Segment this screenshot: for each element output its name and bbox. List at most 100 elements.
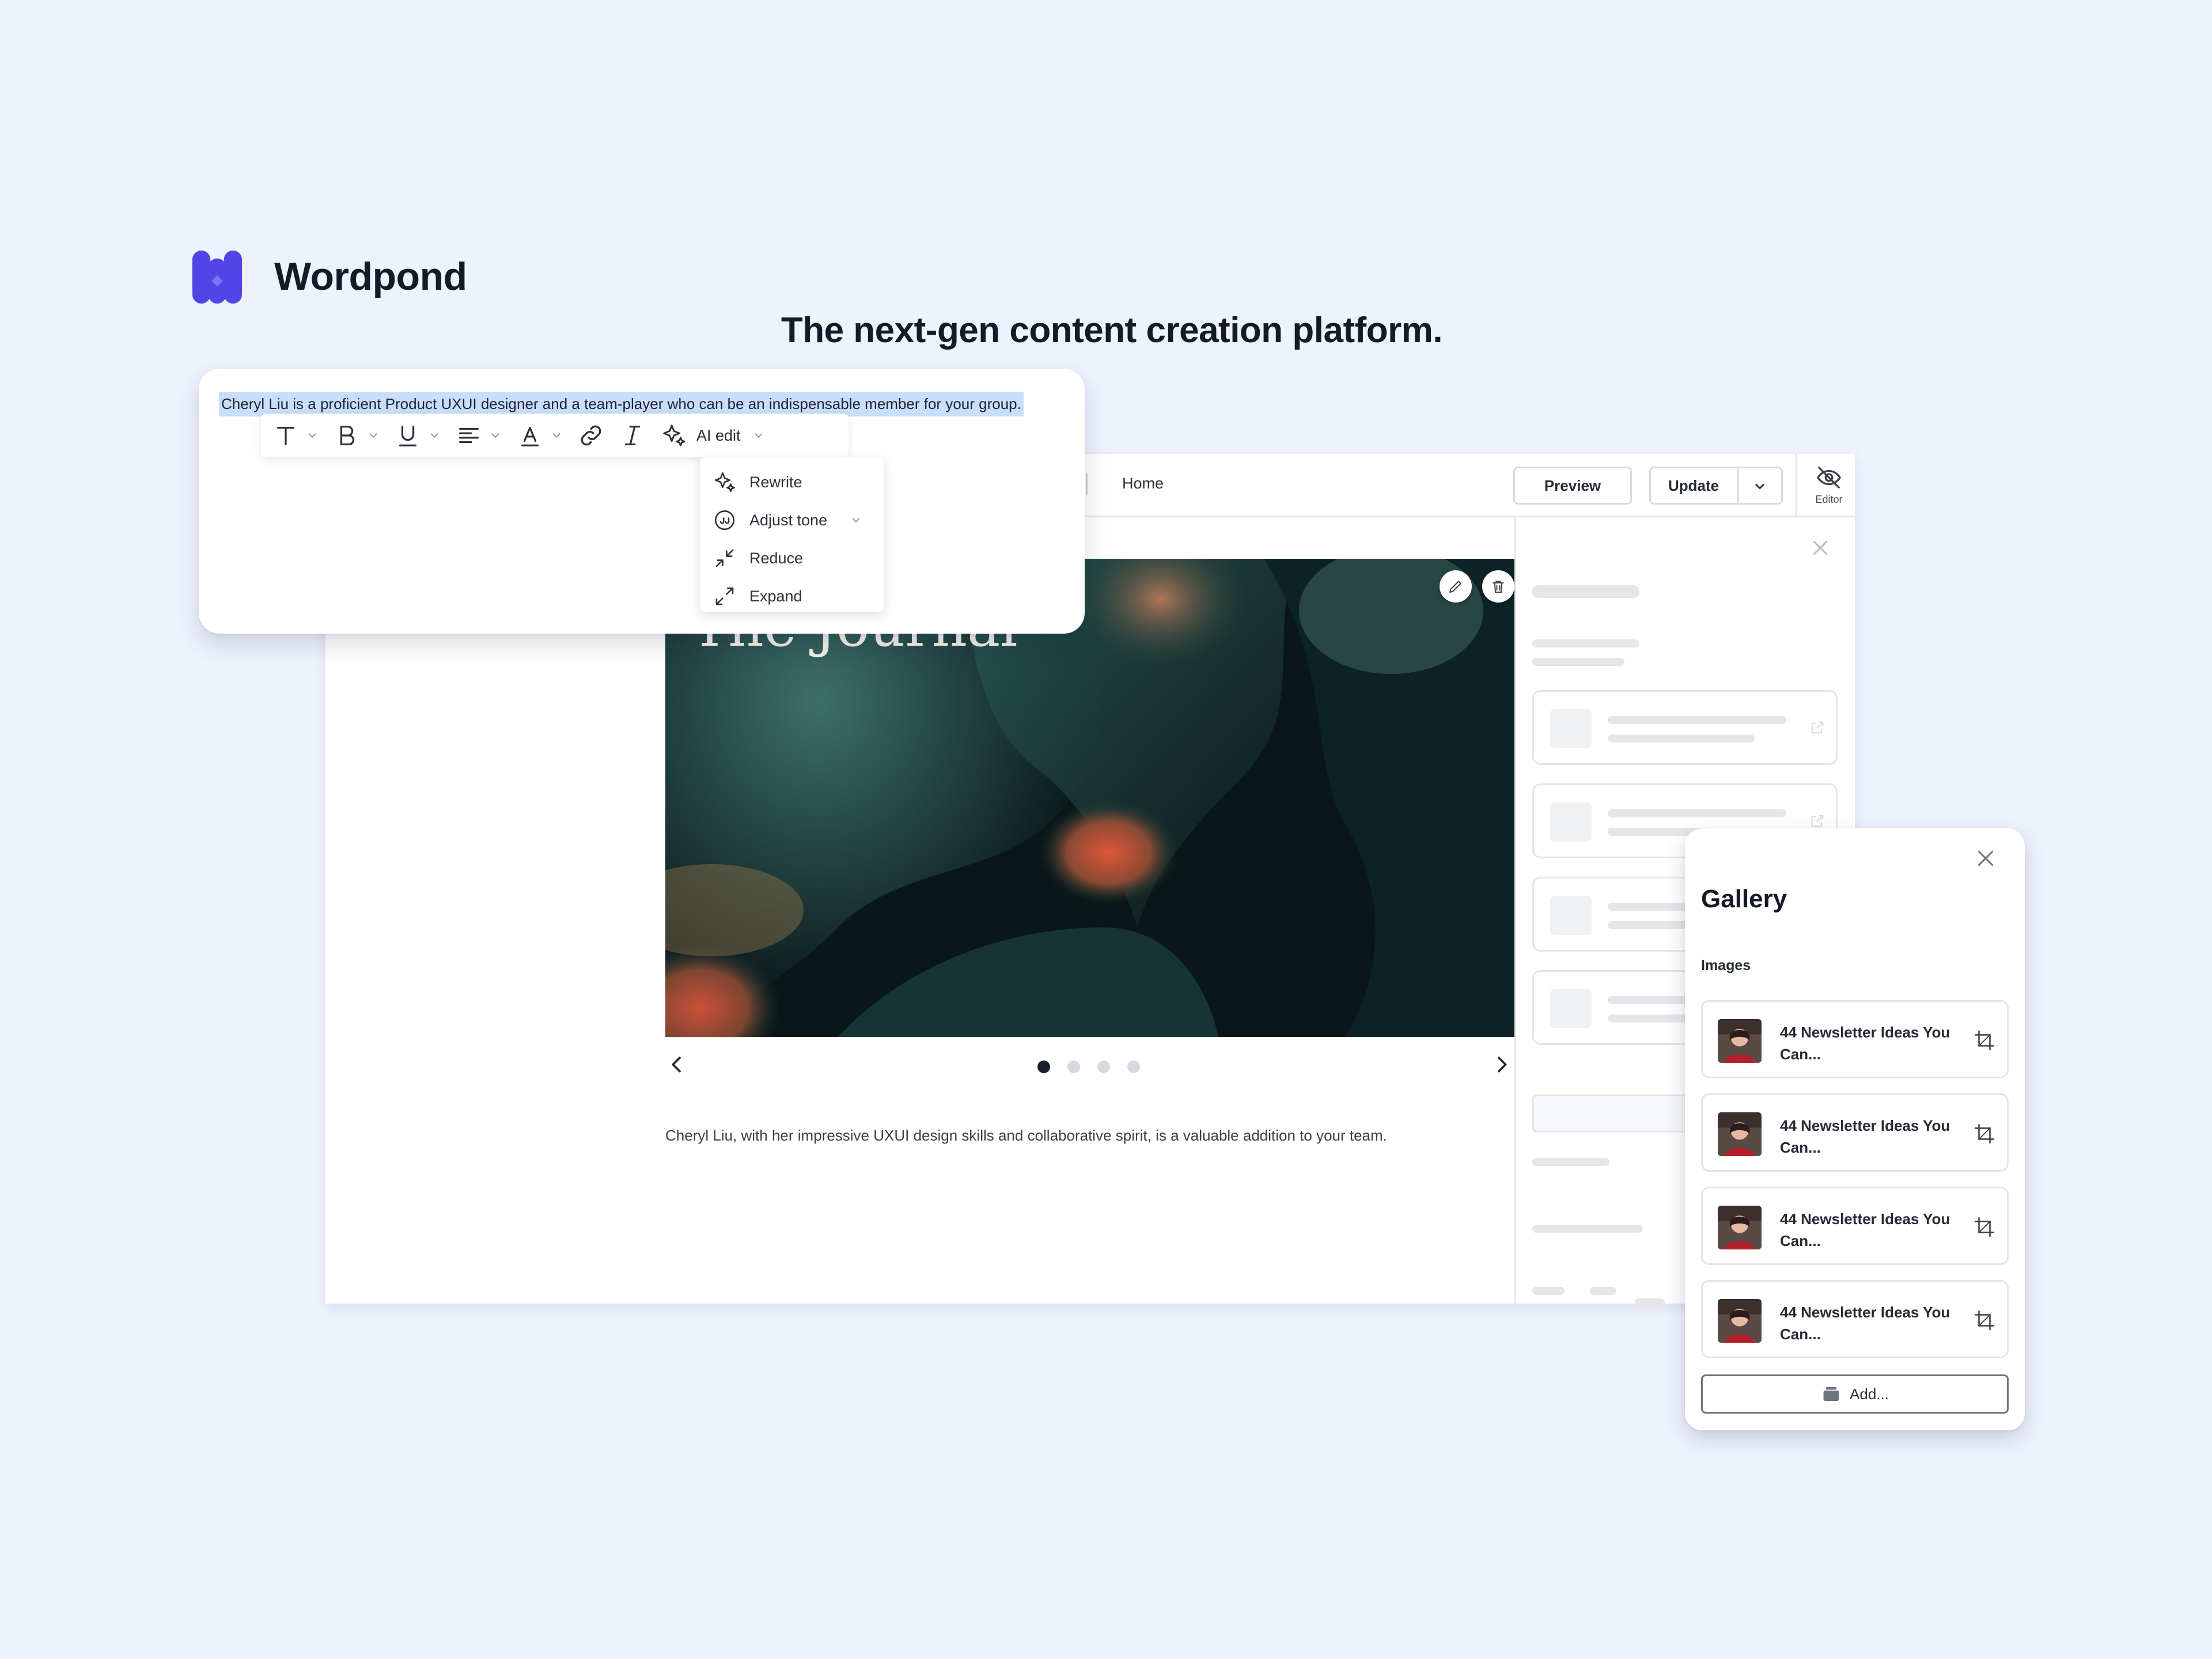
skeleton-line bbox=[1532, 1287, 1565, 1295]
text-color-tool[interactable] bbox=[517, 414, 578, 457]
chevron-left-icon[interactable] bbox=[665, 1053, 688, 1076]
breadcrumb-separator bbox=[1086, 474, 1088, 495]
update-button-label: Update bbox=[1668, 476, 1719, 494]
text-style-tool[interactable] bbox=[272, 414, 334, 457]
topbar-divider bbox=[1796, 454, 1797, 517]
chevron-down-icon bbox=[491, 433, 499, 438]
slide-dot-3[interactable] bbox=[1097, 1060, 1110, 1073]
align-left-icon bbox=[459, 427, 479, 444]
delete-slide-button[interactable] bbox=[1482, 570, 1514, 603]
add-image-label: Add... bbox=[1850, 1385, 1889, 1403]
skeleton-card bbox=[1532, 690, 1838, 765]
update-button[interactable]: Update bbox=[1649, 467, 1783, 505]
crop-icon[interactable] bbox=[1974, 1029, 1995, 1051]
menu-item-reduce[interactable]: Reduce bbox=[700, 539, 884, 577]
gallery-item[interactable]: 44 Newsletter Ideas You Can... bbox=[1701, 1280, 2009, 1358]
skeleton-line bbox=[1532, 585, 1639, 598]
stack-icon bbox=[1823, 1387, 1839, 1401]
close-icon[interactable] bbox=[1974, 847, 1997, 870]
image-thumbnail bbox=[1718, 1299, 1762, 1343]
gallery-item-title: 44 Newsletter Ideas You Can... bbox=[1780, 1210, 1950, 1249]
menu-item-expand[interactable]: Expand bbox=[700, 577, 884, 615]
editor-mode-toggle[interactable]: Editor bbox=[1806, 464, 1852, 506]
skeleton-line bbox=[1635, 1298, 1665, 1306]
chevron-down-icon bbox=[308, 433, 316, 438]
underline-icon bbox=[399, 426, 417, 446]
gallery-item[interactable]: 44 Newsletter Ideas You Can... bbox=[1701, 1187, 2009, 1265]
slide-caption[interactable]: Cheryl Liu, with her impressive UXUI des… bbox=[665, 1127, 1518, 1145]
slide-dot-2[interactable] bbox=[1067, 1060, 1080, 1073]
menu-item-label: Expand bbox=[749, 587, 802, 605]
pencil-icon bbox=[1449, 581, 1461, 593]
gallery-section-label: Images bbox=[1701, 957, 1751, 974]
external-link-icon bbox=[1811, 721, 1824, 734]
underline-tool[interactable] bbox=[395, 414, 456, 457]
crop-icon[interactable] bbox=[1974, 1309, 1995, 1331]
text-color-icon bbox=[521, 426, 539, 446]
chevron-down-icon[interactable] bbox=[1751, 478, 1768, 495]
menu-item-label: Rewrite bbox=[749, 473, 802, 491]
text-style-icon bbox=[276, 426, 295, 445]
ai-edit-tool[interactable]: AI edit bbox=[661, 414, 780, 457]
preview-button[interactable]: Preview bbox=[1513, 467, 1632, 505]
menu-item-label: Adjust tone bbox=[749, 511, 828, 529]
sparkles-icon bbox=[714, 472, 735, 493]
tagline: The next-gen content creation platform. bbox=[781, 310, 1443, 350]
wordpond-logo-icon bbox=[192, 250, 243, 304]
maximize-icon bbox=[715, 587, 734, 605]
update-split-divider bbox=[1737, 468, 1739, 503]
chevron-down-icon bbox=[852, 518, 860, 523]
slide-dot-4[interactable] bbox=[1127, 1060, 1140, 1073]
menu-item-rewrite[interactable]: Rewrite bbox=[700, 463, 884, 501]
slide-pagination bbox=[1037, 1060, 1140, 1073]
trash-icon bbox=[1493, 581, 1504, 593]
skeleton-line bbox=[1532, 639, 1639, 647]
bold-icon bbox=[340, 426, 355, 445]
gallery-item-title: 44 Newsletter Ideas You Can... bbox=[1780, 1117, 1950, 1156]
gallery-item-title: 44 Newsletter Ideas You Can... bbox=[1780, 1024, 1950, 1063]
brand-name: Wordpond bbox=[274, 255, 467, 298]
minimize-icon bbox=[715, 549, 734, 567]
align-tool[interactable] bbox=[456, 414, 517, 457]
chevron-down-icon bbox=[552, 433, 560, 438]
italic-tool[interactable] bbox=[619, 414, 646, 457]
editor-mode-label: Editor bbox=[1815, 494, 1843, 505]
gallery-panel: Gallery Images 44 Newsletter Ideas You C… bbox=[1685, 828, 2025, 1430]
formatting-toolbar: AI edit bbox=[261, 414, 849, 457]
image-thumbnail bbox=[1718, 1019, 1762, 1063]
menu-item-adjust-tone[interactable]: Adjust tone bbox=[700, 501, 884, 539]
chevron-right-icon[interactable] bbox=[1490, 1053, 1513, 1076]
gallery-item[interactable]: 44 Newsletter Ideas You Can... bbox=[1701, 1093, 2009, 1172]
brand: Wordpond bbox=[189, 248, 467, 305]
eye-off-icon bbox=[1817, 467, 1841, 488]
chevron-down-icon bbox=[369, 433, 377, 438]
skeleton-line bbox=[1532, 658, 1624, 666]
gallery-item-title: 44 Newsletter Ideas You Can... bbox=[1780, 1304, 1950, 1343]
close-icon[interactable] bbox=[1810, 537, 1831, 558]
image-thumbnail bbox=[1718, 1112, 1762, 1156]
crop-icon[interactable] bbox=[1974, 1123, 1995, 1145]
slide-dot-1[interactable] bbox=[1037, 1060, 1050, 1073]
chevron-down-icon bbox=[430, 433, 438, 438]
edit-slide-button[interactable] bbox=[1440, 570, 1472, 603]
ai-edit-label: AI edit bbox=[696, 426, 741, 444]
chevron-down-icon bbox=[755, 433, 762, 438]
external-link-icon bbox=[1811, 815, 1824, 827]
selected-text[interactable]: Cheryl Liu is a proficient Product UXUI … bbox=[219, 392, 1024, 416]
breadcrumb-home[interactable]: Home bbox=[1122, 475, 1164, 493]
add-image-button[interactable]: Add... bbox=[1701, 1374, 2009, 1414]
gallery-title: Gallery bbox=[1701, 885, 1787, 913]
bold-tool[interactable] bbox=[334, 414, 395, 457]
image-thumbnail bbox=[1718, 1206, 1762, 1249]
skeleton-line bbox=[1590, 1287, 1616, 1295]
skeleton-line bbox=[1532, 1158, 1609, 1166]
link-tool[interactable] bbox=[578, 414, 604, 457]
gallery-item[interactable]: 44 Newsletter Ideas You Can... bbox=[1701, 1000, 2009, 1078]
text-editor-card: Cheryl Liu is a proficient Product UXUI … bbox=[199, 369, 1085, 634]
sparkles-icon bbox=[663, 425, 685, 446]
crop-icon[interactable] bbox=[1974, 1216, 1995, 1238]
menu-item-label: Reduce bbox=[749, 549, 804, 567]
ai-edit-menu: Rewrite Adjust tone Reduce Expand bbox=[700, 457, 884, 612]
link-icon bbox=[581, 425, 601, 446]
quote-icon bbox=[714, 510, 735, 531]
